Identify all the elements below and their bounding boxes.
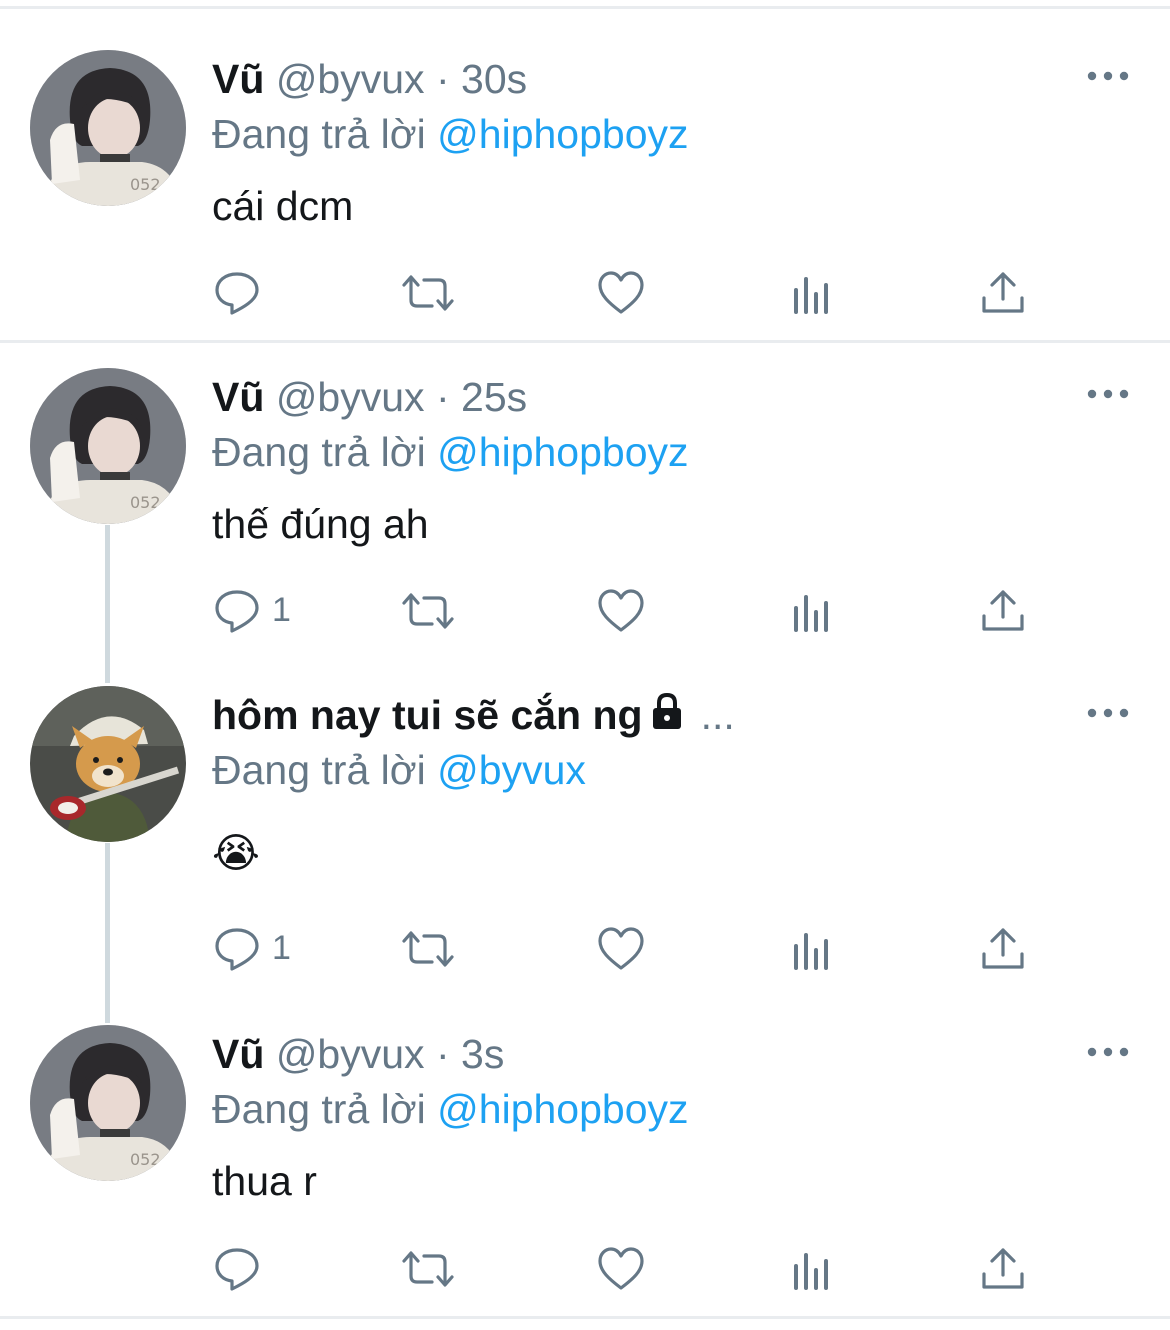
analytics-icon — [788, 268, 838, 318]
tweet[interactable]: Vũ @byvux · 3s Đang trả lời @hiphopboyz … — [0, 1023, 1170, 1318]
like-button[interactable] — [596, 924, 646, 974]
handle[interactable]: @byvux — [276, 1031, 425, 1077]
reply-icon — [212, 268, 262, 318]
analytics-icon — [788, 924, 838, 974]
more-options-icon[interactable] — [1086, 384, 1130, 404]
tweet-text: cái dcm — [212, 183, 354, 229]
analytics-button[interactable] — [788, 268, 838, 318]
handle[interactable]: @byvux — [276, 56, 425, 102]
like-icon — [596, 268, 646, 318]
like-button[interactable] — [596, 586, 646, 636]
retweet-icon — [398, 1244, 458, 1294]
reply-button[interactable] — [212, 1244, 262, 1294]
reply-button[interactable] — [212, 268, 262, 318]
retweet-button[interactable] — [398, 924, 458, 974]
analytics-icon — [788, 1244, 838, 1294]
separator-dot: · — [435, 1031, 450, 1077]
mention-link[interactable]: @byvux — [437, 747, 586, 793]
like-icon — [596, 924, 646, 974]
thread-connector — [105, 525, 110, 683]
separator-dot: · — [435, 374, 450, 420]
tweet[interactable]: Vũ @byvux · 25s Đang trả lời @hiphopboyz… — [0, 343, 1170, 683]
avatar[interactable] — [30, 368, 186, 524]
action-bar: 1 — [212, 924, 1052, 974]
lock-icon — [652, 692, 681, 729]
share-button[interactable] — [978, 924, 1028, 974]
share-icon — [978, 268, 1028, 318]
retweet-button[interactable] — [398, 1244, 458, 1294]
bottom-divider — [0, 1316, 1170, 1319]
more-options-icon[interactable] — [1086, 703, 1130, 723]
display-name[interactable]: hôm nay tui sẽ cắn ng — [212, 692, 643, 738]
reply-icon — [212, 1244, 262, 1294]
tweet-header: Vũ @byvux · 30s — [212, 54, 527, 104]
reply-prefix: Đang trả lời — [212, 111, 426, 157]
action-bar — [212, 268, 1052, 318]
timestamp[interactable]: 30s — [461, 56, 527, 102]
like-button[interactable] — [596, 1244, 646, 1294]
retweet-icon — [398, 586, 458, 636]
analytics-button[interactable] — [788, 924, 838, 974]
share-button[interactable] — [978, 268, 1028, 318]
share-icon — [978, 586, 1028, 636]
share-button[interactable] — [978, 1244, 1028, 1294]
avatar[interactable] — [30, 50, 186, 206]
reply-button[interactable]: 1 — [212, 924, 291, 974]
replying-to: Đang trả lời @byvux — [212, 745, 586, 795]
analytics-icon — [788, 586, 838, 636]
like-button[interactable] — [596, 268, 646, 318]
like-icon — [596, 586, 646, 636]
display-name[interactable]: Vũ — [212, 56, 264, 102]
timestamp[interactable]: 3s — [461, 1031, 504, 1077]
replying-to: Đang trả lời @hiphopboyz — [212, 1084, 689, 1134]
tweet-text: thua r — [212, 1158, 317, 1204]
reply-count: 1 — [272, 591, 291, 629]
analytics-button[interactable] — [788, 1244, 838, 1294]
share-button[interactable] — [978, 586, 1028, 636]
handle[interactable]: @byvux — [276, 374, 425, 420]
tweet[interactable]: Vũ @byvux · 30s Đang trả lời @hiphopboyz… — [0, 0, 1170, 340]
reply-count: 1 — [272, 929, 291, 967]
tweet-header: hôm nay tui sẽ cắn ng... — [212, 690, 735, 740]
display-name[interactable]: Vũ — [212, 374, 264, 420]
reply-prefix: Đang trả lời — [212, 747, 426, 793]
reply-icon — [212, 586, 262, 636]
tweet-header: Vũ @byvux · 25s — [212, 372, 527, 422]
timestamp[interactable]: 25s — [461, 374, 527, 420]
retweet-button[interactable] — [398, 586, 458, 636]
tweet-text: thế đúng ah — [212, 501, 429, 547]
name-truncation: ... — [700, 692, 735, 738]
like-icon — [596, 1244, 646, 1294]
share-icon — [978, 924, 1028, 974]
replying-to: Đang trả lời @hiphopboyz — [212, 427, 689, 477]
analytics-button[interactable] — [788, 586, 838, 636]
separator-dot: · — [435, 56, 450, 102]
avatar[interactable] — [30, 1025, 186, 1181]
action-bar — [212, 1244, 1052, 1294]
thread-connector — [105, 843, 110, 1023]
more-options-icon[interactable] — [1086, 1042, 1130, 1062]
more-options-icon[interactable] — [1086, 66, 1130, 86]
share-icon — [978, 1244, 1028, 1294]
tweet-text: 😭 — [212, 830, 260, 876]
tweet-header: Vũ @byvux · 3s — [212, 1029, 504, 1079]
mention-link[interactable]: @hiphopboyz — [437, 429, 688, 475]
retweet-button[interactable] — [398, 268, 458, 318]
reply-prefix: Đang trả lời — [212, 1086, 426, 1132]
reply-prefix: Đang trả lời — [212, 429, 426, 475]
reply-button[interactable]: 1 — [212, 586, 291, 636]
tweet[interactable]: hôm nay tui sẽ cắn ng... Đang trả lời @b… — [0, 683, 1170, 1023]
avatar[interactable] — [30, 686, 186, 842]
replying-to: Đang trả lời @hiphopboyz — [212, 109, 689, 159]
mention-link[interactable]: @hiphopboyz — [437, 1086, 688, 1132]
mention-link[interactable]: @hiphopboyz — [437, 111, 688, 157]
retweet-icon — [398, 924, 458, 974]
reply-icon — [212, 924, 262, 974]
retweet-icon — [398, 268, 458, 318]
display-name[interactable]: Vũ — [212, 1031, 264, 1077]
action-bar: 1 — [212, 586, 1052, 636]
